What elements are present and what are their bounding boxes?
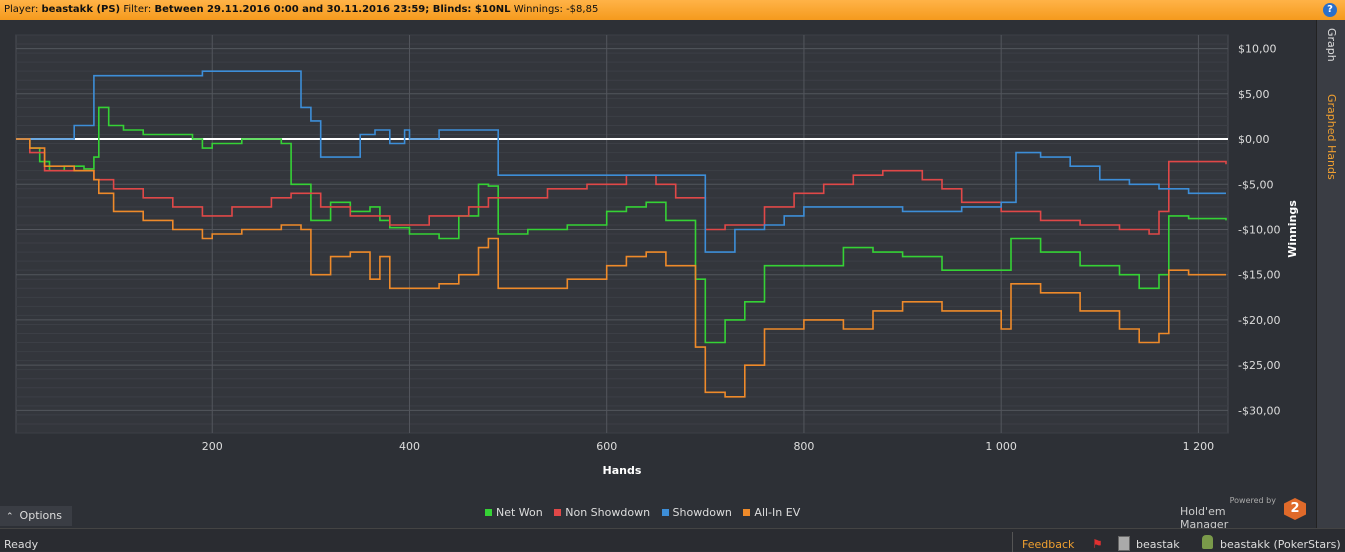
tab-graphed-hands[interactable]: Graphed Hands <box>1325 94 1338 180</box>
y-tick-label: -$20,00 <box>1238 314 1280 327</box>
database-icon <box>1118 536 1130 551</box>
status-text: Ready <box>4 538 39 551</box>
x-tick-label: 600 <box>596 440 617 453</box>
x-tick-label: 1 000 <box>985 440 1017 453</box>
x-tick-label: 400 <box>399 440 420 453</box>
tab-graph[interactable]: Graph <box>1325 28 1338 62</box>
account-name[interactable]: beastakk (PokerStars) <box>1220 538 1341 551</box>
legend-item-allin-ev: All-In EV <box>743 506 800 519</box>
x-tick-label: 1 200 <box>1183 440 1215 453</box>
header-info: Player: beastakk (PS) Filter: Between 29… <box>4 0 598 20</box>
winnings-label: Winnings: <box>513 4 563 15</box>
winnings-value: -$8,85 <box>566 4 599 15</box>
powered-by-label: Powered by <box>1229 496 1276 505</box>
legend-item-non-showdown: Non Showdown <box>554 506 650 519</box>
help-icon[interactable]: ? <box>1323 3 1337 17</box>
chart-svg: $10,00 $5,00 $0,00 -$5,00 -$10,00 -$15,00 -$20… <box>15 34 1299 477</box>
y-tick-label: $10,00 <box>1238 43 1277 56</box>
options-label: Options <box>19 509 62 522</box>
user-name[interactable]: beastak <box>1136 538 1180 551</box>
powered-by: Powered by Hold'em Manager 2 <box>1180 496 1310 531</box>
chevron-up-icon: ⌃ <box>6 512 14 522</box>
y-axis-label: Winnings <box>1286 200 1299 258</box>
y-tick-label: $5,00 <box>1238 88 1270 101</box>
x-tick-label: 800 <box>793 440 814 453</box>
y-tick-label: -$30,00 <box>1238 404 1280 417</box>
x-tick-label: 200 <box>202 440 223 453</box>
y-tick-label: -$5,00 <box>1238 178 1273 191</box>
winnings-graph: $10,00 $5,00 $0,00 -$5,00 -$10,00 -$15,00 -$20… <box>0 20 1316 528</box>
player-label: Player: <box>4 4 39 15</box>
header-bar: Player: beastakk (PS) Filter: Between 29… <box>0 0 1345 20</box>
feedback-link[interactable]: Feedback <box>1022 538 1074 551</box>
legend-item-showdown: Showdown <box>661 506 732 519</box>
options-button[interactable]: ⌃ Options <box>0 506 72 526</box>
flag-icon[interactable]: ⚑ <box>1092 537 1103 551</box>
x-axis-label: Hands <box>603 464 642 477</box>
status-bar: Ready Feedback ⚑ beastak beastakk (Poker… <box>0 528 1345 552</box>
y-tick-label: -$10,00 <box>1238 223 1280 236</box>
y-tick-label: -$25,00 <box>1238 359 1280 372</box>
y-tick-label: $0,00 <box>1238 133 1270 146</box>
player-avatar-icon <box>1202 535 1213 549</box>
filter-label: Filter: <box>123 4 152 15</box>
hm2-logo-icon: 2 <box>1284 498 1306 520</box>
side-tabs: Graph Graphed Hands <box>1316 20 1345 528</box>
y-tick-label: -$15,00 <box>1238 269 1280 282</box>
filter-value: Between 29.11.2016 0:00 and 30.11.2016 2… <box>154 4 511 15</box>
chart-legend: Net Won Non Showdown Showdown All-In EV <box>485 506 808 519</box>
legend-item-net-won: Net Won <box>485 506 543 519</box>
player-name: beastakk (PS) <box>41 4 121 15</box>
